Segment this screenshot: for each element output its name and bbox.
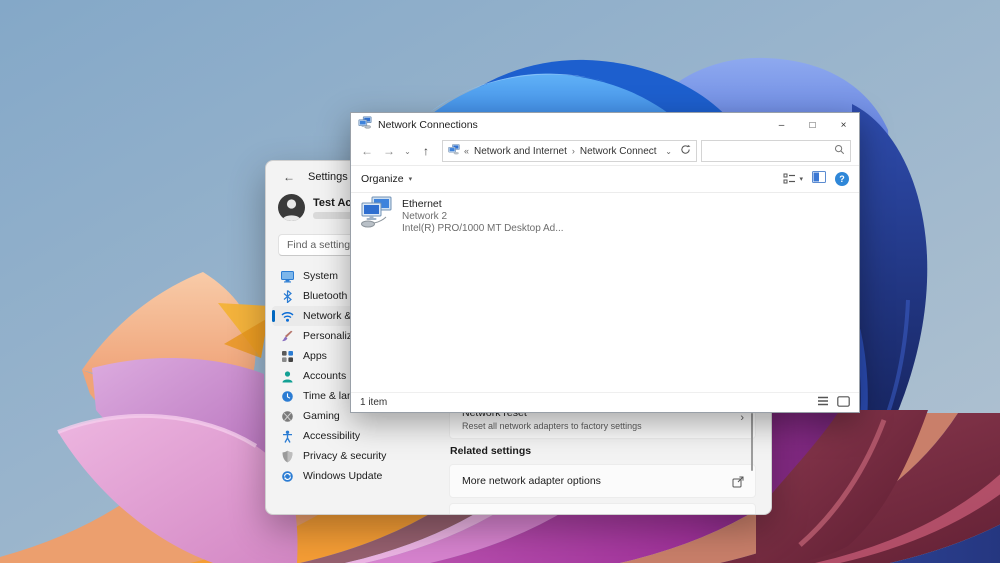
related-settings-heading: Related settings (450, 445, 531, 457)
apps-grid-icon (281, 350, 294, 363)
connection-adapter: Intel(R) PRO/1000 MT Desktop Ad... (402, 223, 564, 234)
ethernet-adapter-icon (359, 196, 395, 234)
bluetooth-icon (281, 290, 294, 303)
wifi-icon (281, 310, 294, 323)
breadcrumb-overflow[interactable]: « (464, 146, 469, 156)
close-button[interactable]: × (828, 113, 859, 137)
address-bar[interactable]: « Network and Internet › Network Connect… (442, 140, 697, 162)
connection-network: Network 2 (402, 211, 564, 222)
back-button[interactable]: ← (357, 144, 377, 158)
accessibility-person-icon (281, 430, 294, 443)
details-view-button[interactable]: ▾ (783, 173, 803, 185)
sidebar-item-label: Apps (303, 350, 327, 362)
connection-name: Ethernet (402, 198, 564, 210)
partial-settings-row[interactable] (449, 503, 756, 515)
explorer-command-bar: Organize ▾ ▾ ? (351, 165, 859, 193)
avatar (278, 194, 305, 221)
external-link-icon (732, 475, 744, 493)
recent-locations-chevron[interactable]: ⌄ (401, 147, 414, 156)
forward-button[interactable]: → (379, 144, 399, 158)
settings-window-title: Settings (308, 171, 348, 183)
sidebar-item-label: Accessibility (303, 430, 360, 442)
clock-icon (281, 390, 294, 403)
explorer-search-box[interactable] (701, 140, 851, 162)
network-reset-subtitle: Reset all network adapters to factory se… (462, 421, 642, 431)
sidebar-item-label: System (303, 270, 338, 282)
explorer-window-title: Network Connections (378, 119, 760, 131)
breadcrumb-item[interactable]: Network Connections (580, 146, 657, 157)
search-input[interactable] (707, 145, 834, 158)
breadcrumb-separator: › (572, 146, 575, 156)
folder-items-area[interactable]: Ethernet Network 2 Intel(R) PRO/1000 MT … (351, 193, 859, 392)
refresh-icon[interactable] (680, 144, 691, 158)
address-location-icon (448, 144, 460, 158)
sidebar-item-label: Accounts (303, 370, 346, 382)
more-adapter-options-label: More network adapter options (462, 475, 601, 487)
up-button[interactable]: ↑ (416, 144, 436, 158)
more-adapter-options-row[interactable]: More network adapter options (449, 464, 756, 498)
explorer-navbar: ← → ⌄ ↑ « Network and Internet › Network… (351, 137, 859, 165)
list-view-icon[interactable] (817, 396, 829, 409)
organize-label: Organize (361, 173, 404, 185)
settings-scrollbar[interactable] (751, 413, 753, 471)
caret-down-icon: ▾ (409, 175, 413, 183)
search-icon (834, 142, 845, 160)
item-count: 1 item (360, 397, 387, 408)
preview-pane-button[interactable] (812, 170, 826, 188)
sidebar-item-label: Gaming (303, 410, 340, 422)
sidebar-item-label: Windows Update (303, 470, 382, 482)
minimize-button[interactable]: – (766, 113, 797, 137)
shield-icon (281, 450, 294, 463)
thumbnail-view-icon[interactable] (837, 396, 850, 410)
breadcrumb-item[interactable]: Network and Internet (474, 146, 567, 157)
xbox-icon (281, 410, 294, 423)
explorer-titlebar[interactable]: Network Connections – □ × (351, 113, 859, 137)
ethernet-connection-item[interactable]: Ethernet Network 2 Intel(R) PRO/1000 MT … (359, 196, 589, 234)
views-caret-icon: ▾ (799, 175, 803, 183)
organize-menu[interactable]: Organize ▾ (361, 173, 412, 185)
network-connections-window: Network Connections – □ × ← → ⌄ ↑ « Netw… (350, 112, 860, 413)
system-icon (281, 270, 294, 283)
update-icon (281, 470, 294, 483)
back-arrow-icon[interactable]: ← (283, 170, 295, 184)
network-connections-icon (358, 116, 372, 134)
sidebar-item-label: Privacy & security (303, 450, 386, 462)
chevron-right-icon: › (740, 412, 744, 424)
help-icon[interactable]: ? (835, 172, 849, 186)
address-dropdown-chevron[interactable]: ⌄ (661, 147, 676, 156)
maximize-button[interactable]: □ (797, 113, 828, 137)
brush-icon (281, 330, 294, 343)
explorer-status-bar: 1 item (351, 392, 859, 412)
person-icon (281, 370, 294, 383)
breadcrumb: « Network and Internet › Network Connect… (464, 146, 657, 157)
